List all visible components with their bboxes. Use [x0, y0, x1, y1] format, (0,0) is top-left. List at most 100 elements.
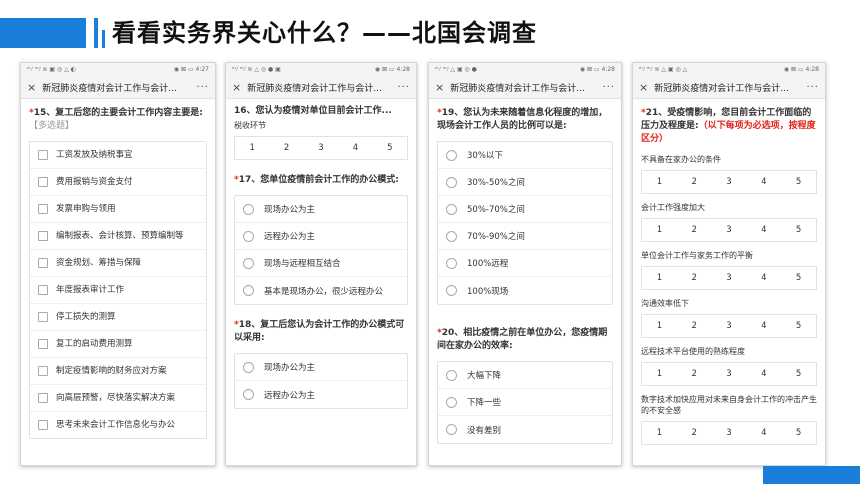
scale-option[interactable]: 4 [746, 225, 781, 235]
scale-option[interactable]: 2 [677, 428, 712, 438]
scale-option[interactable]: 3 [304, 143, 338, 153]
scale-option[interactable]: 5 [781, 177, 816, 187]
scale-option[interactable]: 1 [235, 143, 269, 153]
radio-option[interactable]: 100%远程 [438, 250, 612, 277]
checkbox-icon[interactable] [38, 285, 48, 295]
checkbox-icon[interactable] [38, 393, 48, 403]
checkbox-icon[interactable] [38, 204, 48, 214]
checkbox-icon[interactable] [38, 420, 48, 430]
scale-option[interactable]: 3 [712, 321, 747, 331]
close-icon[interactable]: × [639, 81, 648, 94]
close-icon[interactable]: × [435, 81, 444, 94]
scale-option[interactable]: 3 [712, 369, 747, 379]
radio-icon[interactable] [446, 285, 457, 296]
checkbox-option[interactable]: 年度报表审计工作 [30, 277, 206, 304]
more-icon[interactable]: ··· [806, 82, 819, 93]
radio-option[interactable]: 没有差别 [438, 416, 612, 443]
scale-option[interactable]: 1 [642, 225, 677, 235]
radio-option[interactable]: 远程办公为主 [235, 223, 407, 250]
scale-option[interactable]: 1 [642, 428, 677, 438]
radio-option[interactable]: 基本是现场办公，很少远程办公 [235, 277, 407, 304]
radio-icon[interactable] [243, 389, 254, 400]
scale-option[interactable]: 1 [642, 321, 677, 331]
scale-option[interactable]: 3 [712, 225, 747, 235]
scale-option[interactable]: 2 [677, 321, 712, 331]
close-icon[interactable]: × [232, 81, 241, 94]
checkbox-option[interactable]: 停工损失的测算 [30, 304, 206, 331]
radio-icon[interactable] [243, 230, 254, 242]
scale-option[interactable]: 5 [781, 428, 816, 438]
checkbox-option[interactable]: 编制报表、会计核算、预算编制等 [30, 223, 206, 250]
radio-icon[interactable] [446, 396, 457, 408]
more-icon[interactable]: ··· [196, 82, 209, 93]
radio-option[interactable]: 远程办公为主 [235, 381, 407, 408]
scale-option[interactable]: 4 [746, 177, 781, 187]
more-icon[interactable]: ··· [602, 82, 615, 93]
radio-option[interactable]: 70%-90%之间 [438, 223, 612, 250]
scale-option[interactable]: 4 [746, 273, 781, 283]
radio-icon[interactable] [446, 230, 457, 242]
scale-option[interactable]: 5 [781, 369, 816, 379]
radio-icon[interactable] [446, 176, 457, 188]
radio-option[interactable]: 现场与远程相互结合 [235, 250, 407, 277]
scale-option[interactable]: 2 [677, 369, 712, 379]
scale-option[interactable]: 5 [781, 273, 816, 283]
scale-option[interactable]: 2 [269, 143, 303, 153]
checkbox-icon[interactable] [38, 231, 48, 241]
radio-option[interactable]: 下降一些 [438, 389, 612, 416]
scale-option[interactable]: 3 [712, 428, 747, 438]
nav-bar: × 新冠肺炎疫情对会计工作与会计... ··· [21, 77, 215, 99]
checkbox-icon[interactable] [38, 366, 48, 376]
checkbox-option[interactable]: 向高层预警，尽快落实解决方案 [30, 385, 206, 412]
checkbox-option[interactable]: 思考未来会计工作信息化与办公 [30, 412, 206, 438]
checkbox-option[interactable]: 资金规划、筹措与保障 [30, 250, 206, 277]
scale-option[interactable]: 4 [746, 428, 781, 438]
option-label: 50%-70%之间 [467, 205, 525, 215]
radio-option[interactable]: 大幅下降 [438, 362, 612, 389]
radio-icon[interactable] [243, 257, 254, 269]
scale-option[interactable]: 2 [677, 177, 712, 187]
checkbox-icon[interactable] [38, 312, 48, 322]
radio-icon[interactable] [446, 257, 457, 269]
scale-option[interactable]: 3 [712, 273, 747, 283]
checkbox-option[interactable]: 制定疫情影响的财务应对方案 [30, 358, 206, 385]
radio-option[interactable]: 30%以下 [438, 142, 612, 169]
scale-item-label: 不具备在家办公的条件 [641, 155, 721, 164]
scale-option[interactable]: 2 [677, 273, 712, 283]
scale-option[interactable]: 4 [746, 369, 781, 379]
option-label: 费用报销与资金支付 [56, 177, 133, 187]
radio-icon[interactable] [446, 149, 457, 161]
radio-option[interactable]: 30%-50%之间 [438, 169, 612, 196]
radio-option[interactable]: 50%-70%之间 [438, 196, 612, 223]
scale-option[interactable]: 1 [642, 177, 677, 187]
scale-option[interactable]: 4 [338, 143, 372, 153]
radio-icon[interactable] [446, 369, 457, 381]
checkbox-icon[interactable] [38, 339, 48, 349]
scale-option[interactable]: 4 [746, 321, 781, 331]
scale-option[interactable]: 1 [642, 369, 677, 379]
checkbox-icon[interactable] [38, 150, 48, 160]
radio-option[interactable]: 现场办公为主 [235, 354, 407, 381]
scale-option[interactable]: 3 [712, 177, 747, 187]
close-icon[interactable]: × [27, 81, 36, 94]
checkbox-icon[interactable] [38, 177, 48, 187]
radio-icon[interactable] [446, 203, 457, 215]
radio-icon[interactable] [243, 361, 254, 373]
scale-option[interactable]: 5 [781, 225, 816, 235]
radio-icon[interactable] [243, 285, 254, 296]
scale-option[interactable]: 2 [677, 225, 712, 235]
scale-option[interactable]: 5 [781, 321, 816, 331]
checkbox-option[interactable]: 发票申购与领用 [30, 196, 206, 223]
radio-option[interactable]: 现场办公为主 [235, 196, 407, 223]
checkbox-option[interactable]: 工资发放及纳税事宜 [30, 142, 206, 169]
checkbox-icon[interactable] [38, 258, 48, 268]
scale-option[interactable]: 1 [642, 273, 677, 283]
more-icon[interactable]: ··· [397, 82, 410, 93]
checkbox-option[interactable]: 复工的启动费用测算 [30, 331, 206, 358]
scale-option[interactable]: 5 [373, 143, 407, 153]
radio-icon[interactable] [243, 203, 254, 215]
radio-icon[interactable] [446, 424, 457, 435]
phone-screenshot-2: ᵐᵢˡ ᵐᵢˡ ≋ △ ◎ ● ▣ ◉ ⊠ ▭ 4:28 × 新冠肺炎疫情对会计… [225, 62, 417, 466]
checkbox-option[interactable]: 费用报销与资金支付 [30, 169, 206, 196]
radio-option[interactable]: 100%现场 [438, 277, 612, 304]
